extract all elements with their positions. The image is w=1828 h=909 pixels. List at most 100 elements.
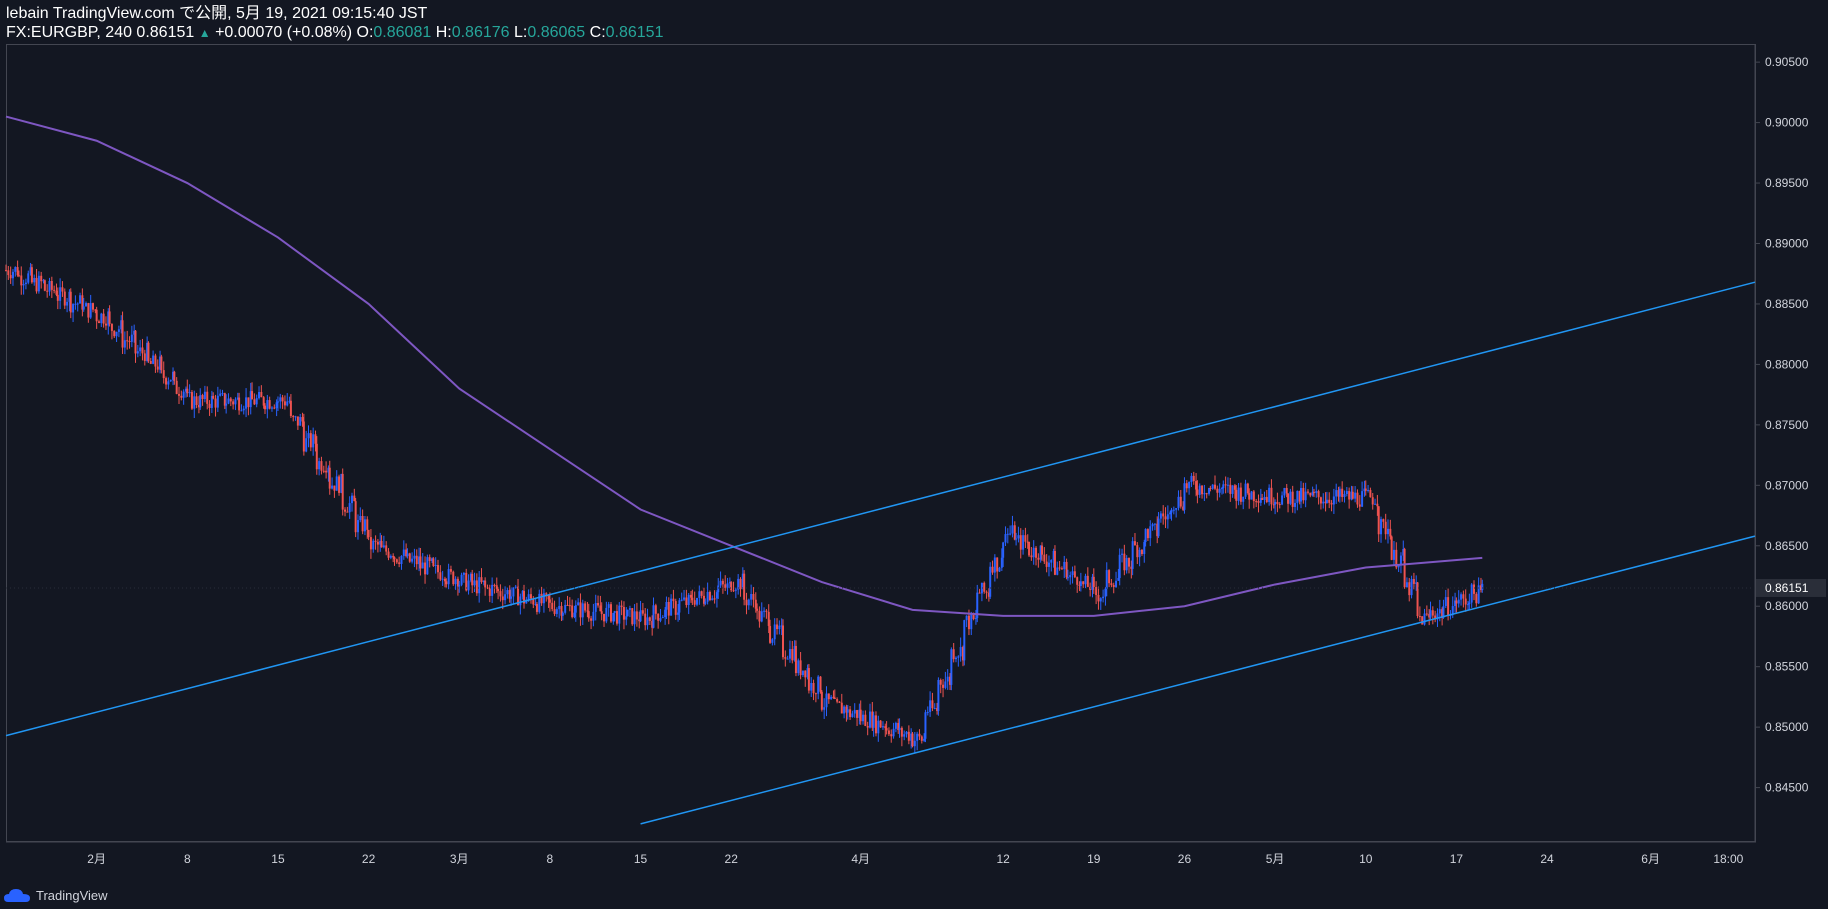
candle-body — [301, 417, 304, 422]
candle-body — [1231, 485, 1234, 494]
candle-body — [732, 590, 735, 592]
candle-body — [115, 331, 118, 337]
candle-body — [104, 323, 107, 326]
candle-body — [1123, 553, 1126, 571]
candle-body — [1073, 571, 1076, 578]
candle-body — [1086, 575, 1089, 587]
candle-body — [61, 287, 64, 292]
candle-body — [318, 461, 321, 470]
candle-body — [331, 485, 334, 489]
candle-body — [302, 421, 305, 452]
candle-body — [16, 267, 19, 276]
candle-body — [1190, 475, 1193, 483]
candle-body — [260, 391, 263, 398]
candle-body — [830, 696, 833, 700]
candle-body — [1004, 534, 1007, 543]
candle-body — [154, 355, 157, 367]
candle-body — [1032, 547, 1035, 558]
candle-body — [89, 303, 92, 318]
price-axis[interactable]: 0.90500 0.90000 0.89500 0.89000 0.88500 0.880… — [6, 55, 1826, 795]
candle-body — [1177, 496, 1180, 509]
candle-body — [24, 282, 27, 285]
x-tick-label: 15 — [634, 852, 648, 866]
candle-body — [1203, 493, 1206, 495]
candle-body — [1343, 494, 1346, 497]
candle-body — [1144, 529, 1147, 543]
candle-body — [597, 602, 600, 606]
candle-body — [1408, 582, 1411, 596]
candle-body — [495, 585, 498, 589]
candle-body — [756, 608, 759, 611]
line-layer — [5, 115, 1756, 825]
candle-body — [309, 433, 312, 448]
candle-body — [776, 624, 779, 630]
candle-body — [1367, 489, 1370, 491]
candle-body — [178, 393, 180, 396]
candle-body — [1169, 512, 1172, 515]
candle-body — [1043, 554, 1046, 562]
candle-body — [950, 649, 953, 685]
candle-body — [853, 710, 856, 714]
y-tick-label: 0.86500 — [1765, 539, 1809, 553]
candle-body — [970, 613, 973, 630]
candle-body — [1325, 499, 1328, 504]
candle-body — [1248, 493, 1251, 500]
candle-body — [1079, 581, 1082, 586]
candle-body — [480, 577, 483, 583]
x-tick-label: 18:00 — [1713, 852, 1743, 866]
candle-body — [493, 584, 496, 586]
candle-body — [719, 580, 722, 586]
candle-body — [268, 400, 271, 409]
candle-body — [788, 649, 791, 659]
candle-body — [393, 557, 396, 560]
candle-body — [458, 584, 461, 587]
candle-body — [548, 599, 551, 603]
candle-body — [203, 391, 206, 400]
candle-body — [328, 467, 331, 489]
candle-body — [208, 403, 211, 408]
candle-body — [283, 401, 286, 406]
candle-body — [369, 537, 372, 550]
price-chart[interactable]: 0.90500 0.90000 0.89500 0.89000 0.88500 0.880… — [0, 0, 1828, 909]
channel-line-2[interactable] — [640, 535, 1756, 825]
candle-body — [540, 593, 543, 604]
candle-body — [1252, 491, 1255, 502]
candle-body — [577, 602, 580, 606]
candle-body — [499, 591, 502, 597]
candle-body — [1164, 516, 1167, 520]
time-axis[interactable]: 2月 8 15 22 3月 8 15 22 4月 12 19 26 5月 10 17 24 6月 18:00 — [87, 852, 1743, 866]
candle-body — [758, 610, 761, 622]
channel-line-1[interactable] — [5, 281, 1756, 737]
candle-body — [1185, 483, 1188, 489]
candle-body — [571, 605, 574, 618]
candle-body — [599, 605, 602, 612]
candle-body — [182, 391, 185, 398]
y-tick-label: 0.84500 — [1765, 781, 1809, 795]
candle-body — [1462, 594, 1465, 599]
tradingview-logo[interactable]: TradingView — [4, 888, 108, 903]
candle-body — [1304, 491, 1307, 501]
candle-body — [957, 656, 960, 658]
candle-body — [1188, 482, 1191, 489]
candle-body — [1216, 488, 1219, 493]
candle-body — [245, 397, 248, 409]
candle-body — [734, 589, 737, 591]
candle-body — [128, 341, 131, 343]
candle-body — [1143, 542, 1146, 555]
x-tick-label: 8 — [184, 852, 191, 866]
candle-body — [529, 594, 532, 599]
candle-body — [175, 380, 178, 394]
candle-body — [1335, 490, 1338, 497]
candle-body — [281, 397, 284, 402]
candle-body — [907, 731, 910, 741]
y-tick-label: 0.87500 — [1765, 418, 1809, 432]
candle-body — [1376, 503, 1379, 507]
candle-body — [434, 565, 437, 567]
candle-body — [664, 609, 667, 618]
candle-body — [551, 602, 554, 610]
candle-body — [491, 584, 494, 596]
candle-body — [443, 578, 446, 582]
candle-body — [441, 578, 444, 580]
candle-body — [344, 509, 347, 512]
candle-body — [1017, 535, 1020, 539]
